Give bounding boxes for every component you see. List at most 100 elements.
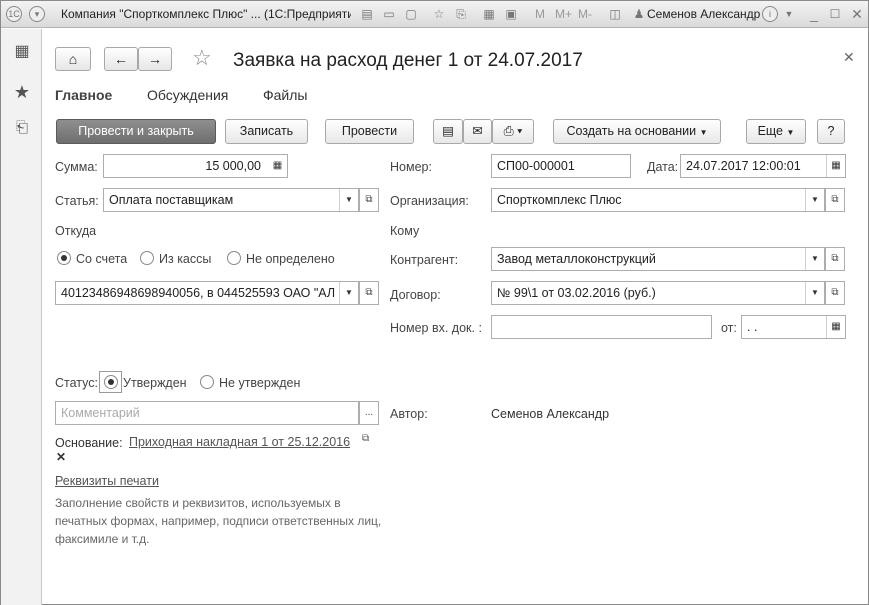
radio-status-approved[interactable] [104, 375, 118, 389]
number-field[interactable]: СП00-000001 [491, 154, 631, 178]
memory-m[interactable]: M [535, 1, 545, 28]
chevron-down-icon[interactable]: ▼ [339, 282, 358, 304]
basis-label: Основание: [55, 436, 123, 450]
from-label: Откуда [55, 224, 97, 238]
help-button[interactable]: ? [817, 119, 845, 144]
from-date-label: от: [721, 321, 737, 335]
print-details-link[interactable]: Реквизиты печати [55, 474, 159, 488]
organization-field[interactable]: Спорткомплекс Плюс ▼ [491, 188, 825, 212]
favorite-icon[interactable]: ☆ [431, 6, 447, 22]
contract-value: № 99\1 от 03.02.2016 (руб.) [497, 286, 656, 300]
chevron-down-icon[interactable]: ▼ [339, 189, 358, 211]
info-icon[interactable]: i [762, 6, 778, 22]
chevron-down-icon[interactable]: ▼ [781, 6, 797, 22]
back-button[interactable]: ← [104, 47, 138, 71]
user-name[interactable]: Семенов Александр [647, 1, 760, 28]
sidebar: ▦ ★ ⎗ [1, 29, 42, 605]
radio-undefined-label[interactable]: Не определено [246, 251, 335, 267]
chevron-down-icon[interactable]: ▼ [805, 282, 824, 304]
author-value: Семенов Александр [491, 407, 610, 421]
print-icon[interactable]: ▭ [381, 6, 397, 22]
history-icon[interactable]: ⎗ [11, 117, 33, 139]
forward-button[interactable]: → [138, 47, 172, 71]
tab-main[interactable]: Главное [55, 87, 112, 103]
amount-field[interactable]: 15 000,00 ▦ [103, 154, 288, 178]
open-account-icon[interactable]: ⧉ [359, 281, 379, 305]
clear-basis-icon[interactable]: ✕ [56, 450, 66, 464]
radio-status-not-approved[interactable] [200, 375, 214, 389]
open-article-icon[interactable]: ⧉ [359, 188, 379, 212]
open-organization-icon[interactable]: ⧉ [825, 188, 845, 212]
account-field[interactable]: 40123486948698940056, в 044525593 ОАО "А… [55, 281, 359, 305]
more-button[interactable]: Еще ▼ [746, 119, 806, 144]
contract-field[interactable]: № 99\1 от 03.02.2016 (руб.) ▼ [491, 281, 825, 305]
article-value: Оплата поставщикам [109, 193, 234, 207]
app-logo-icon[interactable]: 1С [6, 6, 22, 22]
create-based-on-label: Создать на основании [566, 124, 697, 138]
print-menu-button[interactable]: ⎙ ▾ [492, 119, 534, 144]
counterparty-label: Контрагент: [390, 253, 459, 267]
preview-icon[interactable]: ▢ [403, 6, 419, 22]
maximize-icon[interactable]: ☐ [827, 6, 843, 22]
more-label: Еще [757, 124, 784, 138]
incoming-doc-label: Номер вх. док. : [390, 321, 482, 335]
save-icon[interactable]: ▤ [359, 6, 375, 22]
counterparty-value: Завод металлоконструкций [497, 252, 656, 266]
minimize-icon[interactable]: _ [806, 6, 822, 22]
create-based-on-button[interactable]: Создать на основании ▼ [553, 119, 721, 144]
documents-icon[interactable]: ▤ [433, 119, 463, 144]
open-contract-icon[interactable]: ⧉ [825, 281, 845, 305]
post-and-close-button[interactable]: Провести и закрыть [56, 119, 216, 144]
open-basis-icon[interactable]: ⧉ [362, 433, 369, 444]
account-value: 40123486948698940056, в 044525593 ОАО "А… [61, 286, 336, 300]
tab-files[interactable]: Файлы [263, 87, 307, 103]
sections-grid-icon[interactable]: ▦ [11, 41, 33, 63]
favorites-star-icon[interactable]: ★ [11, 81, 33, 103]
chevron-down-icon[interactable]: ▼ [805, 248, 824, 270]
save-button[interactable]: Записать [225, 119, 308, 144]
from-date-field[interactable]: . . ▦ [741, 315, 846, 339]
link-icon[interactable]: ⎘ [453, 6, 469, 22]
amount-label: Сумма: [55, 160, 98, 174]
favorite-star-icon[interactable]: ☆ [192, 45, 212, 71]
counterparty-field[interactable]: Завод металлоконструкций ▼ [491, 247, 825, 271]
calculator-icon[interactable]: ▦ [268, 155, 287, 177]
radio-from-cash-label[interactable]: Из кассы [159, 251, 211, 267]
email-icon[interactable]: ✉ [463, 119, 492, 144]
basis-link[interactable]: Приходная накладная 1 от 25.12.2016 [129, 435, 350, 449]
radio-status-approved-label[interactable]: Утвержден [123, 375, 187, 391]
comment-field[interactable]: Комментарий [55, 401, 359, 425]
chevron-down-icon[interactable]: ▼ [805, 189, 824, 211]
panel-icon[interactable]: ◫ [607, 6, 623, 22]
radio-from-account[interactable] [57, 251, 71, 265]
comment-ellipsis-button[interactable]: ... [359, 401, 379, 425]
calculator-icon[interactable]: ▦ [481, 6, 497, 22]
calendar-icon[interactable]: ▦ [826, 316, 845, 338]
radio-from-account-label[interactable]: Со счета [76, 251, 127, 267]
close-form-icon[interactable]: ✕ [843, 49, 855, 66]
calendar-icon[interactable]: ▣ [503, 6, 519, 22]
author-label: Автор: [390, 407, 428, 421]
title-bar: 1С ▾ Компания "Спорткомплекс Плюс" ... (… [1, 1, 868, 28]
date-field[interactable]: 24.07.2017 12:00:01 ▦ [680, 154, 846, 178]
open-counterparty-icon[interactable]: ⧉ [825, 247, 845, 271]
calendar-icon[interactable]: ▦ [826, 155, 845, 177]
radio-from-cash[interactable] [140, 251, 154, 265]
post-button[interactable]: Провести [325, 119, 414, 144]
incoming-doc-field[interactable] [491, 315, 712, 339]
organization-value: Спорткомплекс Плюс [497, 193, 622, 207]
memory-m-minus[interactable]: M- [578, 1, 592, 28]
radio-status-not-approved-label[interactable]: Не утвержден [219, 375, 300, 391]
status-label: Статус: [55, 376, 98, 390]
to-label: Кому [390, 224, 420, 238]
article-field[interactable]: Оплата поставщикам ▼ [103, 188, 359, 212]
date-value: 24.07.2017 12:00:01 [686, 159, 801, 173]
number-label: Номер: [390, 160, 432, 174]
tab-discussions[interactable]: Обсуждения [147, 87, 228, 103]
app-window: 1С ▾ Компания "Спорткомплекс Плюс" ... (… [0, 0, 869, 605]
close-window-icon[interactable]: ✕ [849, 6, 865, 22]
home-button[interactable]: ⌂ [55, 47, 91, 71]
memory-m-plus[interactable]: M+ [555, 1, 572, 28]
radio-undefined[interactable] [227, 251, 241, 265]
main-menu-icon[interactable]: ▾ [29, 6, 45, 22]
